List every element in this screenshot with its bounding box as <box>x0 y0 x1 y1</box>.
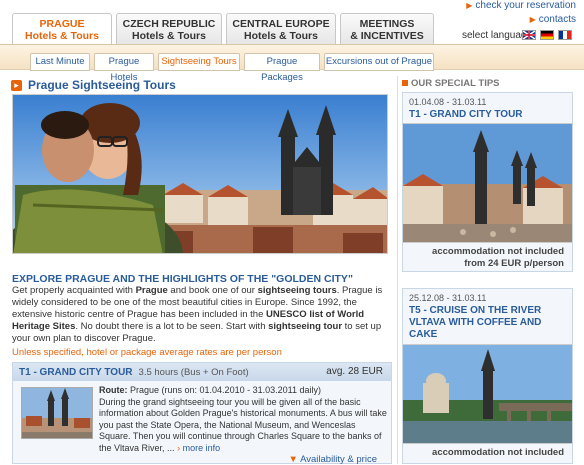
tip-card[interactable]: 25.12.08 - 31.03.11 T5 - CRUISE ON THE R… <box>402 288 573 464</box>
column-divider <box>397 76 398 464</box>
tour-description: Route: Prague (runs on: 01.04.2010 - 31.… <box>99 385 387 453</box>
flag-germany-icon[interactable] <box>540 30 554 40</box>
tip-title-link[interactable]: T5 - CRUISE ON THE RIVER VLTAVA WITH COF… <box>403 303 572 344</box>
subtab-sightseeing-tours[interactable]: Sightseeing Tours <box>158 53 240 71</box>
intro-heading: EXPLORE PRAGUE AND THE HIGHLIGHTS OF THE… <box>12 273 353 285</box>
tip-title-link[interactable]: T1 - GRAND CITY TOUR <box>403 107 572 123</box>
tip-dates: 25.12.08 - 31.03.11 <box>409 293 487 303</box>
tour-header: T1 - GRAND CITY TOUR 3.5 hours (Bus + On … <box>13 363 391 381</box>
tour-thumbnail[interactable] <box>21 387 93 439</box>
availability-link[interactable]: ▼ Availability & price <box>289 454 377 465</box>
tab-prague-hotels-tours[interactable]: PRAGUE Hotels & Tours <box>12 13 112 46</box>
arrow-right-icon: ▶ <box>466 1 473 10</box>
tab-czech-republic[interactable]: CZECH REPUBLIC Hotels & Tours <box>116 13 222 45</box>
subtab-prague-hotels[interactable]: Prague Hotels <box>94 53 154 83</box>
tab-central-europe[interactable]: CENTRAL EUROPE Hotels & Tours <box>226 13 336 45</box>
triangle-down-icon: ▼ <box>288 454 298 465</box>
bullet-icon <box>402 80 408 86</box>
tip-price: from 24 EUR p/person <box>464 258 564 269</box>
arrow-right-icon: ▶ <box>529 15 536 24</box>
contacts-link[interactable]: ▶ contacts <box>466 14 576 26</box>
subtab-excursions[interactable]: Excursions out of Prague <box>324 53 434 71</box>
tip-dates: 01.04.08 - 31.03.11 <box>409 97 487 107</box>
tip-accommodation: accommodation not included <box>432 447 564 458</box>
flag-uk-icon[interactable] <box>522 30 536 40</box>
hero-image <box>12 94 388 254</box>
arrow-box-icon: ▸ <box>11 80 22 91</box>
special-tips-heading: OUR SPECIAL TIPS <box>411 78 500 89</box>
flag-france-icon[interactable] <box>558 30 572 40</box>
tip-image[interactable] <box>403 344 572 444</box>
tip-accommodation: accommodation not included <box>432 246 564 257</box>
tour-name-link[interactable]: T1 - GRAND CITY TOUR <box>19 367 133 378</box>
more-info-arrow-icon: › <box>177 442 181 453</box>
sub-navigation: Last Minute Prague Hotels Sightseeing To… <box>0 44 584 83</box>
top-links: ▶ check your reservation ▶ contacts <box>466 0 576 26</box>
rates-note: Unless specified, hotel or package avera… <box>12 347 282 358</box>
tab-meetings-incentives[interactable]: MEETINGS & INCENTIVES <box>340 13 434 45</box>
tip-card[interactable]: 01.04.08 - 31.03.11 T1 - GRAND CITY TOUR… <box>402 92 573 272</box>
subtab-prague-packages[interactable]: Prague Packages <box>244 53 320 83</box>
page-title: Prague Sightseeing Tours <box>28 78 176 92</box>
check-reservation-link[interactable]: ▶ check your reservation <box>466 0 576 12</box>
more-info-link[interactable]: more info <box>183 443 221 453</box>
tip-image[interactable] <box>403 123 572 243</box>
subtab-last-minute[interactable]: Last Minute <box>30 53 90 71</box>
tour-duration: 3.5 hours (Bus + On Foot) <box>138 367 249 378</box>
intro-text: Get properly acquainted with Prague and … <box>12 285 383 344</box>
tour-card: T1 - GRAND CITY TOUR 3.5 hours (Bus + On … <box>12 362 392 465</box>
top-bar: PRAGUE Hotels & Tours CZECH REPUBLIC Hot… <box>0 0 584 46</box>
tour-price: avg. 28 EUR <box>326 366 383 377</box>
